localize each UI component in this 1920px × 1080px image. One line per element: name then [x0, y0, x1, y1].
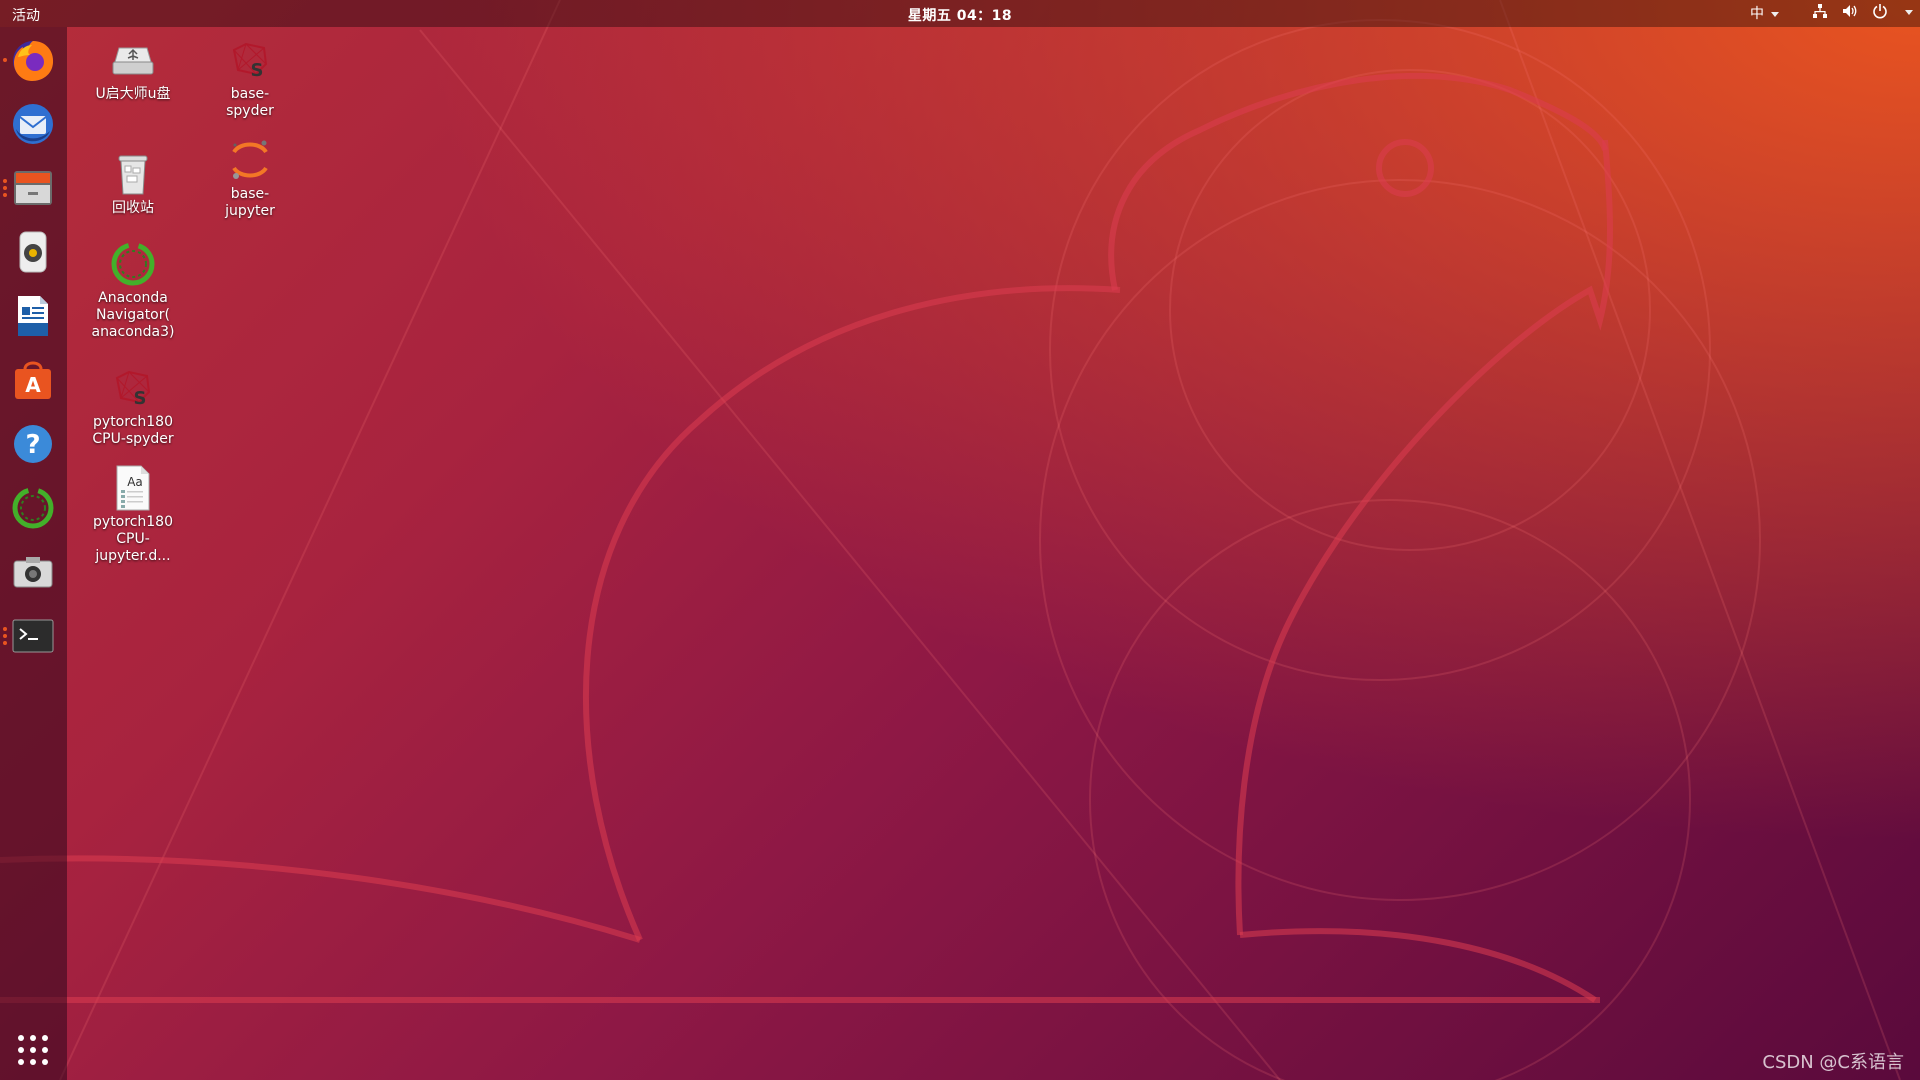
app-grid-icon [18, 1035, 24, 1041]
app-grid-dot [42, 1047, 48, 1053]
camera-icon [13, 557, 53, 588]
running-indicator [3, 193, 7, 197]
input-method-indicator[interactable]: 中 [1750, 3, 1779, 23]
desktop-icon-label: 回收站 [112, 200, 154, 216]
app-grid-dot [18, 1047, 24, 1053]
app-grid-dot [30, 1047, 36, 1053]
running-indicator [3, 58, 7, 62]
app-grid-dot [30, 1035, 36, 1041]
dock-item-rhythmbox[interactable] [8, 227, 58, 277]
dock-item-anaconda-navigator[interactable] [8, 483, 58, 533]
spyder-icon: S [226, 36, 274, 84]
desktop-icon-label: pytorch180 CPU-spyder [92, 414, 174, 447]
running-indicator [3, 179, 7, 183]
dock-item-libreoffice-writer[interactable] [8, 291, 58, 341]
app-grid-dot [18, 1059, 24, 1065]
jupyter-icon [226, 136, 274, 184]
running-indicator [3, 627, 7, 631]
desktop-icon-label: base- spyder [226, 86, 274, 119]
dock-item-thunderbird[interactable] [8, 99, 58, 149]
anaconda-icon [109, 240, 157, 288]
watermark: CSDN @C系语言 [1762, 1052, 1904, 1073]
font-document-icon: Aa [109, 464, 157, 512]
clock[interactable]: 星期五 04：18 [0, 5, 1920, 25]
anaconda-icon [12, 487, 54, 529]
dock-item-firefox[interactable] [3, 35, 58, 85]
svg-text:?: ? [25, 430, 40, 460]
svg-text:Aa: Aa [127, 475, 143, 489]
desktop-icon-label: base- jupyter [225, 186, 275, 219]
desktop-icon-pytorch-spyder[interactable]: S pytorch180 CPU-spyder [83, 364, 183, 448]
chevron-down-icon [1771, 11, 1779, 17]
desktop-icon-label: U启大师u盘 [95, 86, 171, 102]
dock-item-terminal[interactable] [3, 611, 58, 661]
app-grid-dot [42, 1059, 48, 1065]
running-indicator [3, 634, 7, 638]
desktop-icon-usb-drive[interactable]: U启大师u盘 [83, 36, 183, 103]
desktop-icon-label: pytorch180 CPU- jupyter.d... [93, 514, 173, 564]
volume-icon [1842, 3, 1858, 19]
usb-drive-icon [109, 36, 157, 84]
running-indicator [3, 186, 7, 190]
firefox-icon [13, 41, 54, 81]
files-icon [14, 171, 52, 205]
svg-text:S: S [251, 60, 264, 80]
speaker-icon [19, 231, 47, 273]
trash-icon [109, 150, 157, 198]
input-method-label: 中 [1750, 6, 1764, 22]
desktop-icon-trash[interactable]: 回收站 [83, 150, 183, 217]
dock-item-help[interactable]: ? [8, 419, 58, 469]
power-icon [1872, 3, 1888, 19]
desktop-icon-anaconda-navigator[interactable]: Anaconda Navigator( anaconda3) [83, 240, 183, 341]
running-indicator [3, 641, 7, 645]
app-grid-dot [42, 1035, 48, 1041]
spyder-icon: S [109, 364, 157, 412]
top-bar: 活动 星期五 04：18 中 [0, 0, 1920, 27]
writer-icon [18, 296, 48, 336]
svg-text:A: A [25, 373, 41, 397]
dock-item-screenshot[interactable] [8, 547, 58, 597]
desktop-icon-label: Anaconda Navigator( anaconda3) [91, 290, 175, 340]
desktop-icon-pytorch-jupyter[interactable]: Aa pytorch180 CPU- jupyter.d... [83, 464, 183, 565]
chevron-down-icon [1905, 9, 1913, 15]
dock-item-files[interactable] [3, 163, 58, 213]
desktop-icon-base-jupyter[interactable]: base- jupyter [200, 136, 300, 220]
software-center-icon: A [15, 361, 51, 399]
dock-item-ubuntu-software[interactable]: A [8, 355, 58, 405]
dock: A ? [0, 27, 67, 1080]
desktop-icon-base-spyder[interactable]: S base- spyder [200, 36, 300, 120]
app-grid-dot [30, 1059, 36, 1065]
thunderbird-icon [13, 104, 53, 144]
show-applications-button[interactable] [13, 1030, 53, 1070]
terminal-icon [12, 619, 54, 653]
svg-text:S: S [134, 388, 147, 408]
help-icon: ? [14, 425, 52, 463]
network-icon [1812, 3, 1828, 19]
system-menu[interactable] [1812, 3, 1913, 19]
